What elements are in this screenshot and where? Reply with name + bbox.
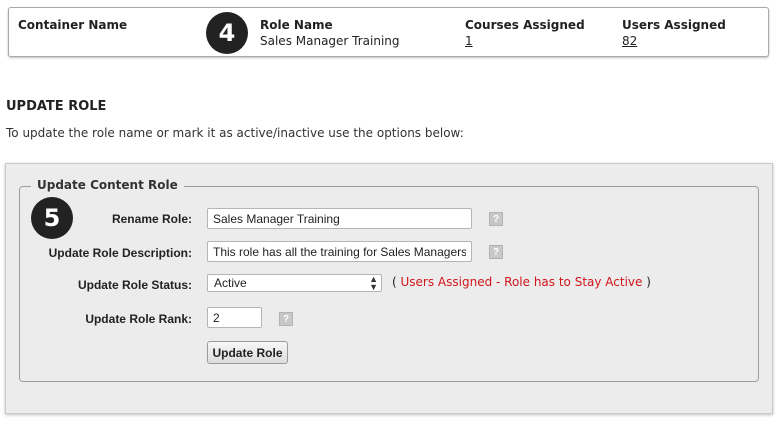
- users-assigned-header: Users Assigned: [622, 18, 726, 32]
- update-role-button[interactable]: Update Role: [207, 341, 288, 364]
- rename-role-label: Rename Role:: [111, 212, 192, 226]
- courses-assigned-header: Courses Assigned: [465, 18, 585, 32]
- step-4-badge: 4: [206, 12, 248, 54]
- role-description-label: Update Role Description:: [48, 246, 192, 260]
- role-rank-label: Update Role Rank:: [85, 312, 192, 326]
- container-name-column: Container Name: [18, 17, 127, 33]
- users-assigned-column: Users Assigned 82: [622, 17, 726, 49]
- page-title: UPDATE ROLE: [6, 99, 107, 114]
- container-name-header: Container Name: [18, 18, 128, 32]
- courses-assigned-column: Courses Assigned 1: [465, 17, 585, 49]
- status-note: ( Users Assigned - Role has to Stay Acti…: [392, 275, 651, 289]
- courses-assigned-link[interactable]: 1: [465, 34, 473, 48]
- role-status-selected-value: Active: [214, 276, 247, 290]
- select-arrows-icon: ▲ ▼: [369, 274, 378, 292]
- rename-role-help-icon[interactable]: ?: [489, 212, 503, 226]
- status-warning-text: Users Assigned - Role has to Stay Active: [400, 275, 643, 289]
- page-description: To update the role name or mark it as ac…: [6, 126, 464, 140]
- fieldset-legend: Update Content Role: [31, 178, 184, 192]
- rename-role-input[interactable]: [207, 208, 472, 229]
- role-description-input[interactable]: [207, 241, 472, 262]
- users-assigned-link[interactable]: 82: [622, 34, 637, 48]
- role-name-value: Sales Manager Training: [260, 34, 400, 48]
- role-name-header: Role Name: [260, 18, 333, 32]
- role-summary-box: Container Name Role Name Sales Manager T…: [8, 7, 769, 57]
- role-rank-help-icon[interactable]: ?: [279, 312, 293, 326]
- role-rank-input[interactable]: [207, 307, 262, 328]
- status-note-close: ): [642, 275, 651, 289]
- role-status-label: Update Role Status:: [77, 278, 192, 292]
- status-note-open: (: [392, 275, 401, 289]
- role-description-help-icon[interactable]: ?: [489, 245, 503, 259]
- role-name-column: Role Name Sales Manager Training: [260, 17, 400, 49]
- role-status-select[interactable]: Active ▲ ▼: [207, 274, 382, 292]
